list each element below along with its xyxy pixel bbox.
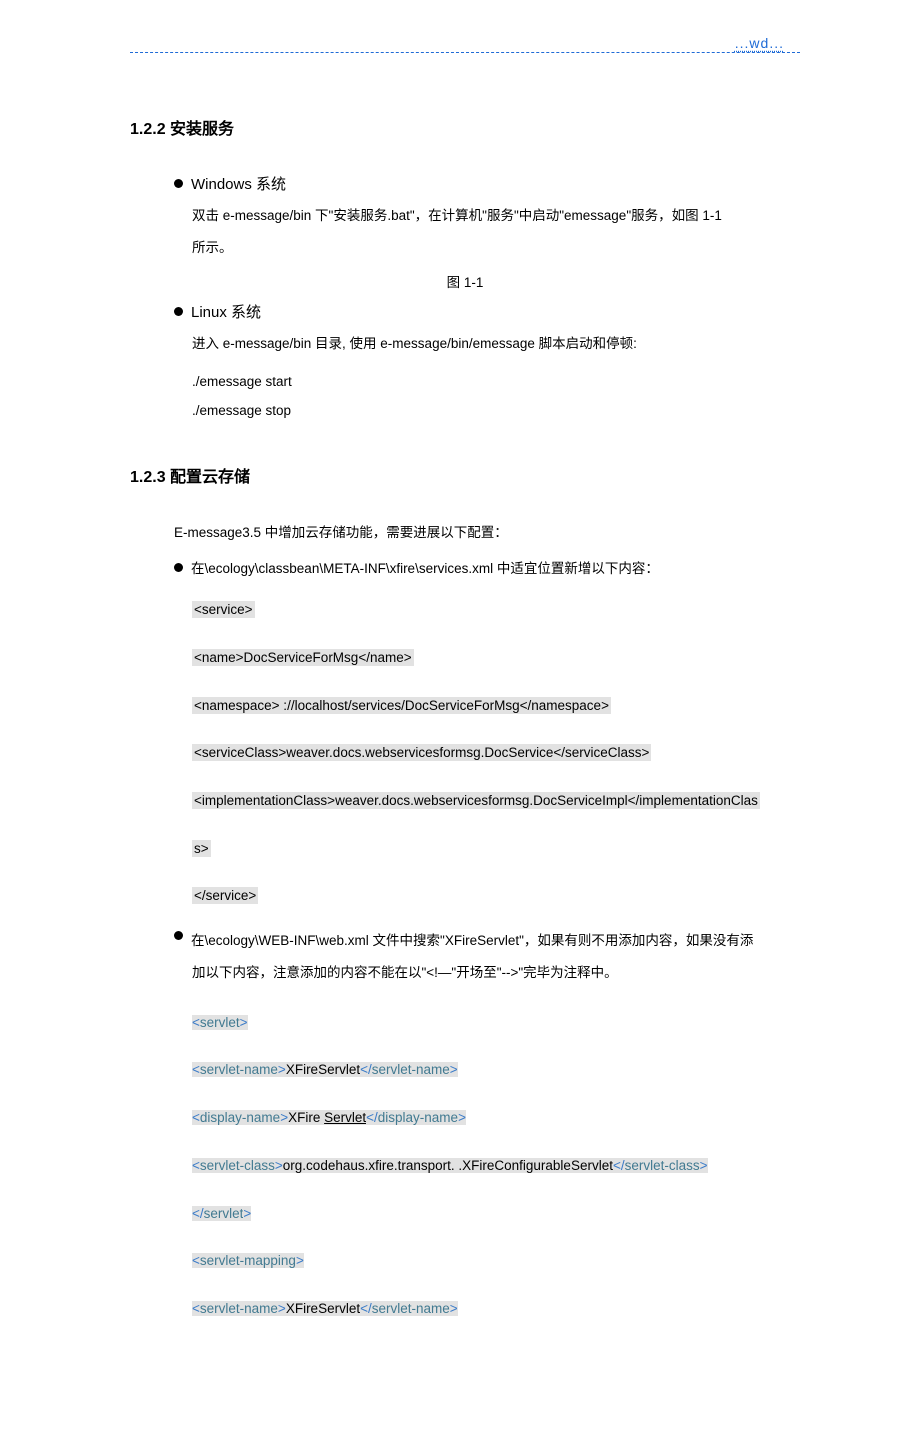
code-servlet-name-2: <servlet-name>XFireServlet</servlet-name… [192, 1294, 800, 1324]
code-servlet-mapping-open: <servlet-mapping> [192, 1246, 800, 1276]
section-cloud-storage: 1.2.3 配置云存储 E-message3.5 中增加云存储功能，需要进展以下… [130, 463, 800, 1323]
cloud-intro: E-message3.5 中增加云存储功能，需要进展以下配置： [174, 521, 800, 541]
bullet-icon [174, 931, 183, 940]
figure-1-1-caption: 图 1-1 [130, 271, 800, 291]
code-service-class: <serviceClass>weaver.docs.webservicesfor… [192, 738, 800, 768]
code-service-open: <service> [192, 595, 800, 625]
windows-line2: 所示。 [192, 240, 233, 255]
code-impl-class-2: s> [192, 834, 800, 864]
code-service-close: </service> [192, 881, 800, 911]
bullet-web-xml: 在\ecology\WEB-INF\web.xml 文件中搜索"XFireSer… [174, 925, 800, 957]
header-label: ...wd... [731, 35, 788, 51]
cmd-start: ./emessage start [192, 374, 800, 389]
web-xml-line1: 在\ecology\WEB-INF\web.xml 文件中搜索"XFireSer… [191, 933, 753, 948]
bullet-services-xml: 在\ecology\classbean\META-INF\xfire\servi… [174, 557, 800, 577]
linux-paragraph: 进入 e-message/bin 目录, 使用 e-message/bin/em… [192, 328, 800, 360]
bullet-icon [174, 179, 183, 188]
bullet-icon [174, 563, 183, 572]
code-servlet-name: <servlet-name>XFireServlet</servlet-name… [192, 1055, 800, 1085]
bullet-windows-title: Windows 系统 [191, 173, 286, 194]
bullet-services-xml-text: 在\ecology\classbean\META-INF\xfire\servi… [191, 557, 659, 577]
code-servlet-class: <servlet-class>org.codehaus.xfire.transp… [192, 1151, 800, 1181]
code-servlet-open: <servlet> [192, 1008, 800, 1038]
bullet-icon [174, 307, 183, 316]
code-servlet-close: </servlet> [192, 1199, 800, 1229]
page-header: ...wd... [130, 40, 800, 60]
code-service-namespace: <namespace> ://localhost/services/DocSer… [192, 691, 800, 721]
section-install-service: 1.2.2 安装服务 Windows 系统 双击 e-message/bin 下… [130, 115, 800, 418]
code-display-name: <display-name>XFire Servlet</display-nam… [192, 1103, 800, 1133]
code-service-name: <name>DocServiceForMsg</name> [192, 643, 800, 673]
code-impl-class-1: <implementationClass>weaver.docs.webserv… [192, 786, 800, 816]
cmd-stop: ./emessage stop [192, 403, 800, 418]
bullet-linux-title: Linux 系统 [191, 301, 261, 322]
heading-122: 1.2.2 安装服务 [130, 115, 800, 139]
bullet-web-xml-text: 在\ecology\WEB-INF\web.xml 文件中搜索"XFireSer… [191, 925, 753, 957]
bullet-windows: Windows 系统 [174, 173, 800, 194]
header-divider [130, 40, 800, 53]
windows-line1: 双击 e-message/bin 下"安装服务.bat"，在计算机"服务"中启动… [192, 208, 722, 223]
page: ...wd... 1.2.2 安装服务 Windows 系统 双击 e-mess… [0, 0, 920, 1429]
web-xml-line2: 加以下内容，注意添加的内容不能在以"<!—"开场至"-->"完毕为注释中。 [192, 957, 800, 989]
heading-123: 1.2.3 配置云存储 [130, 463, 800, 487]
bullet-linux: Linux 系统 [174, 301, 800, 322]
windows-paragraph: 双击 e-message/bin 下"安装服务.bat"，在计算机"服务"中启动… [192, 200, 800, 265]
